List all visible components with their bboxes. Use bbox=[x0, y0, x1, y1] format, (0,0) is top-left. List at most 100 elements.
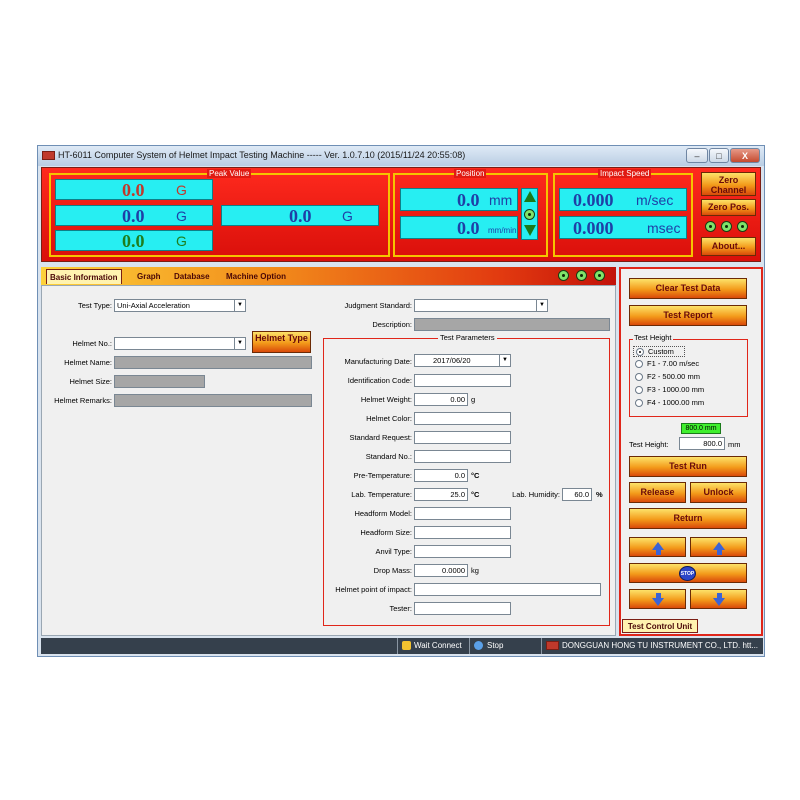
lab-humidity-unit: % bbox=[596, 490, 603, 499]
option-f4-label: F4 - 1000.00 mm bbox=[647, 398, 705, 407]
helmet-no-select[interactable]: ▼ bbox=[114, 337, 246, 350]
helmet-weight-unit: g bbox=[471, 395, 476, 404]
helmet-name-field[interactable] bbox=[114, 356, 312, 369]
judgment-standard-select[interactable]: ▼ bbox=[414, 299, 548, 312]
peak-value-1: 0.0 bbox=[122, 180, 145, 200]
readout-panel: Peak Value 0.0 G 0.0 G 0.0 G 0.0 G Posit… bbox=[41, 167, 761, 262]
option-f3[interactable]: F3 - 1000.00 mm bbox=[633, 385, 738, 396]
standard-request-field[interactable] bbox=[414, 431, 511, 444]
zero-channel-button[interactable]: Zero Channel bbox=[701, 172, 756, 196]
chevron-down-icon[interactable]: ▼ bbox=[536, 300, 547, 311]
anvil-type-field[interactable] bbox=[414, 545, 511, 558]
impact-speed-group bbox=[553, 173, 693, 257]
test-height-unit: mm bbox=[728, 440, 741, 449]
move-down-slow-button[interactable] bbox=[629, 589, 686, 609]
move-down-fast-button[interactable] bbox=[690, 589, 747, 609]
jog-control bbox=[521, 188, 538, 240]
title-bar[interactable]: HT-6011 Computer System of Helmet Impact… bbox=[38, 146, 764, 166]
option-custom[interactable]: Custom bbox=[633, 346, 685, 357]
minimize-button[interactable]: – bbox=[686, 148, 708, 163]
impact-time-value: 0.000 bbox=[573, 218, 614, 238]
status-led-1-icon bbox=[705, 221, 716, 232]
option-f4[interactable]: F4 - 1000.00 mm bbox=[633, 398, 738, 409]
helmet-size-field[interactable] bbox=[114, 375, 205, 388]
arrow-stem bbox=[717, 550, 722, 555]
maximize-button[interactable]: □ bbox=[709, 148, 729, 163]
helmet-remarks-field[interactable] bbox=[114, 394, 312, 407]
test-height-field[interactable]: 800.0 bbox=[679, 437, 725, 450]
peak-value-3: 0.0 bbox=[122, 231, 145, 251]
test-control-panel: Clear Test Data Test Report Test Height … bbox=[619, 267, 763, 636]
pre-temperature-label: Pre-Temperature: bbox=[353, 471, 412, 480]
tester-field[interactable] bbox=[414, 602, 511, 615]
drop-mass-unit: kg bbox=[471, 566, 479, 575]
headform-size-field[interactable] bbox=[414, 526, 511, 539]
test-height-group-label: Test Height bbox=[633, 333, 673, 342]
move-up-slow-button[interactable] bbox=[629, 537, 686, 557]
lab-humidity-label: Lab. Humidity: bbox=[512, 490, 560, 499]
up-arrow-icon bbox=[652, 542, 664, 550]
description-field[interactable] bbox=[414, 318, 610, 331]
identification-code-label: Identification Code: bbox=[347, 376, 412, 385]
headform-model-field[interactable] bbox=[414, 507, 511, 520]
app-logo-icon bbox=[42, 151, 55, 160]
chevron-down-icon[interactable]: ▼ bbox=[234, 338, 245, 349]
option-f2[interactable]: F2 - 500.00 mm bbox=[633, 372, 738, 383]
peak-total-unit: G bbox=[342, 208, 353, 224]
manufacturing-date-picker[interactable]: 2017/06/20 ▼ bbox=[414, 354, 511, 367]
test-report-button[interactable]: Test Report bbox=[629, 305, 747, 326]
impact-point-label: Helmet point of impact: bbox=[335, 585, 412, 594]
tab-basic-information[interactable]: Basic Information bbox=[46, 269, 122, 284]
clear-test-data-button[interactable]: Clear Test Data bbox=[629, 278, 747, 299]
down-arrow-icon bbox=[713, 598, 725, 606]
standard-no-field[interactable] bbox=[414, 450, 511, 463]
up-arrow-icon[interactable] bbox=[524, 191, 536, 202]
tab-graph[interactable]: Graph bbox=[137, 269, 161, 284]
tab-led-3-icon bbox=[594, 270, 605, 281]
drop-mass-label: Drop Mass: bbox=[373, 566, 412, 575]
unlock-button[interactable]: Unlock bbox=[690, 482, 747, 503]
move-speed-unit: mm/min bbox=[488, 226, 517, 235]
impact-point-field[interactable] bbox=[414, 583, 601, 596]
helmet-type-button[interactable]: Helmet Type bbox=[252, 331, 311, 353]
chevron-down-icon[interactable]: ▼ bbox=[234, 300, 245, 311]
lab-temperature-unit: °C bbox=[471, 490, 480, 499]
stop-status: Stop bbox=[487, 641, 504, 650]
lab-temperature-field[interactable]: 25.0 bbox=[414, 488, 468, 501]
stop-button[interactable]: STOP bbox=[629, 563, 747, 583]
peak-unit-2: G bbox=[176, 208, 187, 224]
company-logo-icon bbox=[546, 641, 559, 650]
tab-machine-option[interactable]: Machine Option bbox=[226, 269, 286, 284]
return-button[interactable]: Return bbox=[629, 508, 747, 529]
status-led-2-icon bbox=[721, 221, 732, 232]
close-button[interactable]: X bbox=[730, 148, 760, 163]
status-bar: Wait Connect Stop DONGGUAN HONG TU INSTR… bbox=[41, 638, 763, 654]
move-up-fast-button[interactable] bbox=[690, 537, 747, 557]
manufacturing-date-label: Manufacturing Date: bbox=[344, 357, 412, 366]
calendar-dropdown-icon[interactable]: ▼ bbox=[499, 355, 510, 366]
about-button[interactable]: About... bbox=[701, 237, 756, 256]
tab-test-control-unit[interactable]: Test Control Unit bbox=[622, 619, 698, 633]
identification-code-field[interactable] bbox=[414, 374, 511, 387]
option-f2-label: F2 - 500.00 mm bbox=[647, 372, 700, 381]
test-run-button[interactable]: Test Run bbox=[629, 456, 747, 477]
position-value: 0.0 bbox=[457, 190, 480, 210]
move-speed-value: 0.0 bbox=[457, 218, 480, 238]
test-type-select[interactable]: Uni-Axial Acceleration ▼ bbox=[114, 299, 246, 312]
down-arrow-icon[interactable] bbox=[524, 225, 536, 236]
lab-humidity-field[interactable]: 60.0 bbox=[562, 488, 592, 501]
peak-total: 0.0 G bbox=[221, 205, 379, 226]
release-button[interactable]: Release bbox=[629, 482, 686, 503]
option-f1-label: F1 - 7.00 m/sec bbox=[647, 359, 700, 368]
helmet-color-field[interactable] bbox=[414, 412, 511, 425]
helmet-weight-field[interactable]: 0.00 bbox=[414, 393, 468, 406]
zero-pos-button[interactable]: Zero Pos. bbox=[701, 199, 756, 216]
impact-speed-box: 0.000 m/sec bbox=[559, 188, 687, 211]
option-f1[interactable]: F1 - 7.00 m/sec bbox=[633, 359, 738, 370]
drop-mass-field[interactable]: 0.0000 bbox=[414, 564, 468, 577]
test-type-value: Uni-Axial Acceleration bbox=[117, 301, 190, 310]
anvil-type-label: Anvil Type: bbox=[375, 547, 412, 556]
tab-database[interactable]: Database bbox=[174, 269, 210, 284]
pre-temperature-field[interactable]: 0.0 bbox=[414, 469, 468, 482]
stop-status-icon bbox=[474, 641, 483, 650]
